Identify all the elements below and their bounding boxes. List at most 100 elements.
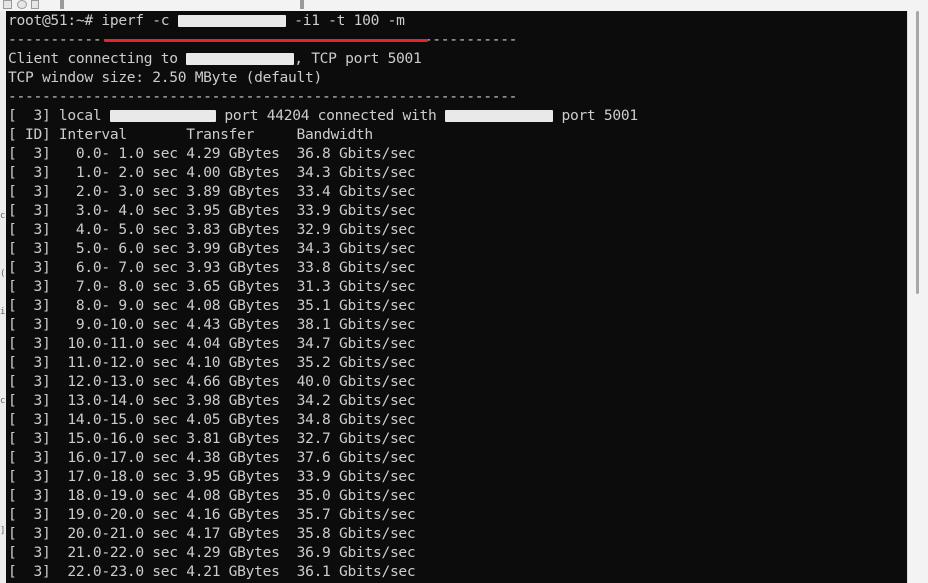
connection-line: [ 3] local 91.77.215.11 port 44204 conne… xyxy=(8,106,638,125)
report-row: [ 3] 18.0-19.0 sec 4.08 GBytes 35.0 Gbit… xyxy=(8,486,638,505)
row-transfer: 3.89 GBytes xyxy=(186,183,280,200)
row-transfer: 3.83 GBytes xyxy=(186,221,280,238)
window-size-line: TCP window size: 2.50 MByte (default) xyxy=(8,69,322,86)
row-id: [ 3] xyxy=(8,164,51,181)
row-interval: 9.0-10.0 sec xyxy=(58,316,178,333)
row-interval: 13.0-14.0 sec xyxy=(58,392,178,409)
report-row: [ 3] 4.0- 5.0 sec 3.83 GBytes 32.9 Gbits… xyxy=(8,220,638,239)
row-id: [ 3] xyxy=(8,221,51,238)
redacted-server-ip: 91.73.215.91 xyxy=(177,15,286,27)
row-bandwidth: 34.3 Gbits/sec xyxy=(296,240,416,257)
row-id: [ 3] xyxy=(8,354,51,371)
row-transfer: 4.05 GBytes xyxy=(186,411,280,428)
redacted-remote-ip: 91.73.215.91 xyxy=(444,110,553,122)
row-bandwidth: 35.0 Gbits/sec xyxy=(296,487,416,504)
row-bandwidth: 35.8 Gbits/sec xyxy=(296,525,416,542)
vertical-scrollbar[interactable] xyxy=(907,11,928,583)
report-row: [ 3] 12.0-13.0 sec 4.66 GBytes 40.0 Gbit… xyxy=(8,372,638,391)
row-id: [ 3] xyxy=(8,240,51,257)
report-row: [ 3] 11.0-12.0 sec 4.10 GBytes 35.2 Gbit… xyxy=(8,353,638,372)
row-bandwidth: 40.0 Gbits/sec xyxy=(296,373,416,390)
row-interval: 8.0- 9.0 sec xyxy=(58,297,178,314)
scrollbar-thumb[interactable] xyxy=(916,11,919,294)
row-transfer: 4.08 GBytes xyxy=(186,297,280,314)
row-bandwidth: 34.8 Gbits/sec xyxy=(296,411,416,428)
terminal-window[interactable]: root@51:~# iperf -c 91.73.215.91 -i1 -t … xyxy=(6,11,907,583)
row-id: [ 3] xyxy=(8,373,51,390)
row-transfer: 4.08 GBytes xyxy=(186,487,280,504)
row-bandwidth: 34.7 Gbits/sec xyxy=(296,335,416,352)
row-interval: 17.0-18.0 sec xyxy=(58,468,178,485)
row-interval: 19.0-20.0 sec xyxy=(58,506,178,523)
row-interval: 21.0-22.0 sec xyxy=(58,544,178,561)
report-row: [ 3] 20.0-21.0 sec 4.17 GBytes 35.8 Gbit… xyxy=(8,524,638,543)
report-row: [ 3] 21.0-22.0 sec 4.29 GBytes 36.9 Gbit… xyxy=(8,543,638,562)
shell-prompt: root@51:~# xyxy=(8,12,102,29)
row-interval: 6.0- 7.0 sec xyxy=(58,259,178,276)
row-transfer: 3.99 GBytes xyxy=(186,240,280,257)
row-id: [ 3] xyxy=(8,468,51,485)
app-icon xyxy=(3,0,12,9)
row-id: [ 3] xyxy=(8,430,51,447)
row-id: [ 3] xyxy=(8,544,51,561)
row-bandwidth: 34.2 Gbits/sec xyxy=(296,392,416,409)
row-id: [ 3] xyxy=(8,506,51,523)
redacted-client-ip: 91.73.215.91 xyxy=(186,53,295,65)
row-bandwidth: 34.3 Gbits/sec xyxy=(296,164,416,181)
row-transfer: 3.65 GBytes xyxy=(186,278,280,295)
row-id: [ 3] xyxy=(8,525,51,542)
row-id: [ 3] xyxy=(8,145,51,162)
report-row: [ 3] 22.0-23.0 sec 4.21 GBytes 36.1 Gbit… xyxy=(8,562,638,581)
report-row: [ 3] 13.0-14.0 sec 3.98 GBytes 34.2 Gbit… xyxy=(8,391,638,410)
report-row: [ 3] 10.0-11.0 sec 4.04 GBytes 34.7 Gbit… xyxy=(8,334,638,353)
terminal-output: root@51:~# iperf -c 91.73.215.91 -i1 -t … xyxy=(8,11,638,581)
connect-suffix: port 5001 xyxy=(552,107,638,124)
row-transfer: 4.00 GBytes xyxy=(186,164,280,181)
arrow-up-icon[interactable] xyxy=(31,0,39,9)
row-id: [ 3] xyxy=(8,563,51,580)
row-bandwidth: 37.6 Gbits/sec xyxy=(296,449,416,466)
report-row: [ 3] 17.0-18.0 sec 3.95 GBytes 33.9 Gbit… xyxy=(8,467,638,486)
row-interval: 4.0- 5.0 sec xyxy=(58,221,178,238)
command-name: iperf -c xyxy=(101,12,178,29)
row-bandwidth: 32.7 Gbits/sec xyxy=(296,430,416,447)
client-prefix: Client connecting to xyxy=(8,50,187,67)
row-transfer: 3.98 GBytes xyxy=(186,392,280,409)
row-id: [ 3] xyxy=(8,202,51,219)
row-bandwidth: 33.9 Gbits/sec xyxy=(296,468,416,485)
annotation-underline xyxy=(104,39,428,42)
row-id: [ 3] xyxy=(8,316,51,333)
row-bandwidth: 33.8 Gbits/sec xyxy=(296,259,416,276)
row-bandwidth: 33.4 Gbits/sec xyxy=(296,183,416,200)
row-interval: 7.0- 8.0 sec xyxy=(58,278,178,295)
row-interval: 22.0-23.0 sec xyxy=(58,563,178,580)
row-transfer: 4.16 GBytes xyxy=(186,506,280,523)
row-bandwidth: 38.1 Gbits/sec xyxy=(296,316,416,333)
row-bandwidth: 35.7 Gbits/sec xyxy=(296,506,416,523)
toolbar-divider xyxy=(60,0,64,9)
column-header-line: [ ID] Interval Transfer Bandwidth xyxy=(8,126,373,143)
row-interval: 10.0-11.0 sec xyxy=(58,335,178,352)
row-id: [ 3] xyxy=(8,183,51,200)
row-interval: 0.0- 1.0 sec xyxy=(58,145,178,162)
row-transfer: 3.93 GBytes xyxy=(186,259,280,276)
row-bandwidth: 35.1 Gbits/sec xyxy=(296,297,416,314)
row-id: [ 3] xyxy=(8,449,51,466)
row-bandwidth: 33.9 Gbits/sec xyxy=(296,202,416,219)
separator-line: ----------------------------------------… xyxy=(8,88,518,105)
report-row: [ 3] 2.0- 3.0 sec 3.89 GBytes 33.4 Gbits… xyxy=(8,182,638,201)
row-id: [ 3] xyxy=(8,487,51,504)
row-interval: 2.0- 3.0 sec xyxy=(58,183,178,200)
client-connecting-line: Client connecting to 91.73.215.91, TCP p… xyxy=(8,49,638,68)
report-row: [ 3] 5.0- 6.0 sec 3.99 GBytes 34.3 Gbits… xyxy=(8,239,638,258)
report-row: [ 3] 6.0- 7.0 sec 3.93 GBytes 33.8 Gbits… xyxy=(8,258,638,277)
row-id: [ 3] xyxy=(8,411,51,428)
row-id: [ 3] xyxy=(8,259,51,276)
row-transfer: 4.29 GBytes xyxy=(186,544,280,561)
row-bandwidth: 36.9 Gbits/sec xyxy=(296,544,416,561)
gear-icon[interactable] xyxy=(17,0,27,9)
row-id: [ 3] xyxy=(8,392,51,409)
report-row: [ 3] 8.0- 9.0 sec 4.08 GBytes 35.1 Gbits… xyxy=(8,296,638,315)
command-flags: -i1 -t 100 -m xyxy=(285,12,405,29)
row-interval: 15.0-16.0 sec xyxy=(58,430,178,447)
